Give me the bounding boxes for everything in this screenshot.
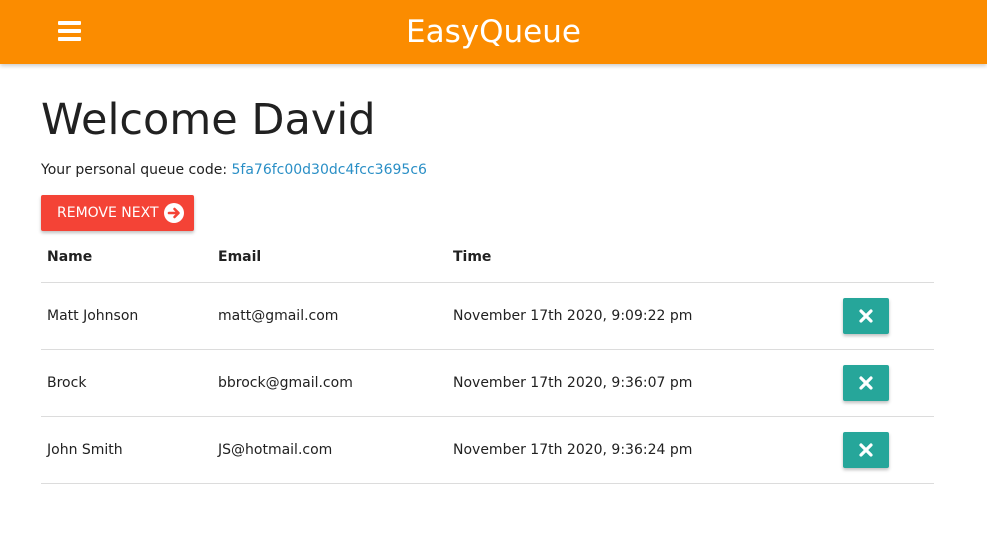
queue-code-line: Your personal queue code: 5fa76fc00d30dc… (41, 161, 427, 179)
queue-code-label: Your personal queue code: (41, 162, 228, 178)
row-time: November 17th 2020, 9:36:24 pm (453, 442, 693, 458)
delete-row-button[interactable] (843, 365, 889, 401)
column-header-time: Time (453, 249, 492, 265)
delete-row-button[interactable] (843, 432, 889, 468)
app-title: EasyQueue (406, 14, 581, 50)
queue-code-link[interactable]: 5fa76fc00d30dc4fcc3695c6 (232, 162, 427, 178)
close-x-icon (859, 376, 873, 390)
arrow-circle-right-icon (163, 203, 184, 223)
row-time: November 17th 2020, 9:09:22 pm (453, 308, 693, 324)
remove-next-button[interactable]: REMOVE NEXT (41, 195, 194, 231)
queue-table: Name Email Time Matt Johnson matt@gmail.… (41, 236, 934, 484)
table-row: Brock bbrock@gmail.com November 17th 202… (41, 350, 934, 417)
column-header-name: Name (47, 249, 93, 265)
delete-row-button[interactable] (843, 298, 889, 334)
table-row: John Smith JS@hotmail.com November 17th … (41, 417, 934, 484)
row-name: John Smith (47, 442, 123, 458)
remove-next-label: REMOVE NEXT (57, 205, 159, 221)
row-email: bbrock@gmail.com (218, 375, 353, 391)
table-row: Matt Johnson matt@gmail.com November 17t… (41, 283, 934, 350)
table-header-row: Name Email Time (41, 236, 934, 283)
welcome-heading: Welcome David (41, 95, 376, 145)
close-x-icon (859, 309, 873, 323)
row-email: matt@gmail.com (218, 308, 339, 324)
row-time: November 17th 2020, 9:36:07 pm (453, 375, 693, 391)
row-name: Matt Johnson (47, 308, 139, 324)
column-header-email: Email (218, 249, 262, 265)
row-name: Brock (47, 375, 87, 391)
row-email: JS@hotmail.com (218, 442, 333, 458)
close-x-icon (859, 443, 873, 457)
top-navbar: EasyQueue (0, 0, 987, 64)
